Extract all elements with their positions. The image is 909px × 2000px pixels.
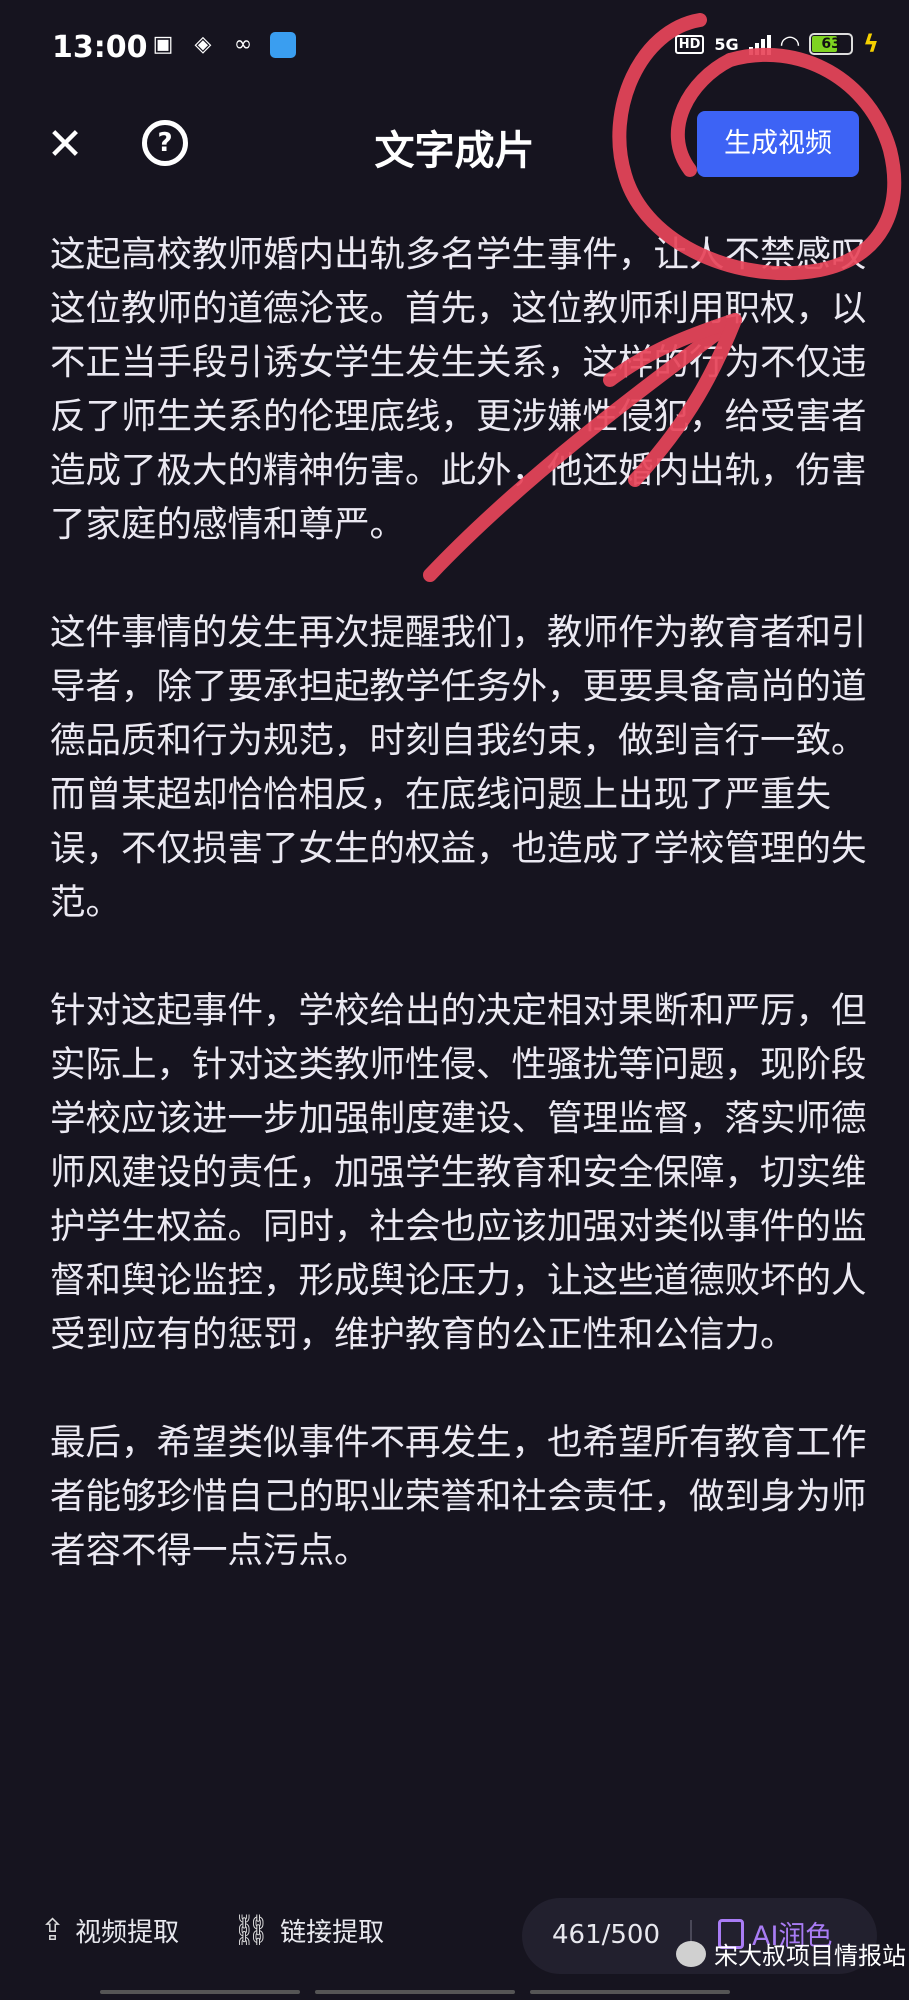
hd-icon: HD xyxy=(674,34,705,54)
wifi-icon: ◠ xyxy=(780,30,800,58)
cloud-app-icon: ◈ xyxy=(194,32,212,57)
paragraph-4: 最后，希望类似事件不再发生，也希望所有教育工作者能够珍惜自己的职业荣誉和社会责任… xyxy=(50,1422,867,1571)
video-extract-button[interactable]: ⇪ 视频提取 xyxy=(40,1912,179,1949)
bottom-toolbar: ⇪ 视频提取 ⛓ 链接提取 461/500 AI润色 宋大叔项目情报站 xyxy=(0,1880,909,2000)
text-editor[interactable]: 这起高校教师婚内出轨多名学生事件，让人不禁感叹这位教师的道德沦丧。首先，这位教师… xyxy=(50,228,870,1632)
paragraph-2: 这件事情的发生再次提醒我们，教师作为教育者和引导者，除了要承担起教学任务外，更要… xyxy=(50,612,867,923)
network-label: 5G xyxy=(714,34,739,54)
status-bar: 13:00 ▣ ◈ ∞ HD 5G ◠ 63 ϟ xyxy=(0,0,909,100)
home-indicator-segment xyxy=(530,1990,730,1994)
system-status: HD 5G ◠ 63 ϟ xyxy=(674,30,879,58)
header: ✕ ? 文字成片 生成视频 xyxy=(0,100,909,200)
link-icon: ⛓ xyxy=(232,1913,271,1948)
char-counter: 461/500 xyxy=(552,1920,661,1950)
wallet-icon xyxy=(270,32,296,58)
charging-icon: ϟ xyxy=(863,30,879,58)
video-extract-label: 视频提取 xyxy=(75,1918,180,1948)
home-indicator-segment xyxy=(315,1990,515,1994)
wechat-logo-icon xyxy=(676,1940,706,1967)
upload-icon: ⇪ xyxy=(40,1913,66,1948)
butterfly-icon: ∞ xyxy=(233,32,253,57)
generate-video-button[interactable]: 生成视频 xyxy=(697,111,859,177)
battery-icon: 63 xyxy=(809,33,854,55)
link-extract-label: 链接提取 xyxy=(280,1918,385,1948)
link-extract-button[interactable]: ⛓ 链接提取 xyxy=(232,1912,384,1949)
status-time: 13:00 xyxy=(52,30,148,65)
battery-level: 63 xyxy=(821,36,841,52)
signal-icon xyxy=(748,33,771,55)
home-indicator-segment xyxy=(100,1990,300,1994)
tv-icon: ▣ xyxy=(152,32,174,57)
paragraph-1: 这起高校教师婚内出轨多名学生事件，让人不禁感叹这位教师的道德沦丧。首先，这位教师… xyxy=(50,234,867,545)
watermark-text: 宋大叔项目情报站 xyxy=(714,1942,906,1970)
watermark: 宋大叔项目情报站 xyxy=(676,1936,906,1971)
notification-icons: ▣ ◈ ∞ xyxy=(150,32,296,58)
paragraph-3: 针对这起事件，学校给出的决定相对果断和严厉，但实际上，针对这类教师性侵、性骚扰等… xyxy=(50,990,867,1355)
